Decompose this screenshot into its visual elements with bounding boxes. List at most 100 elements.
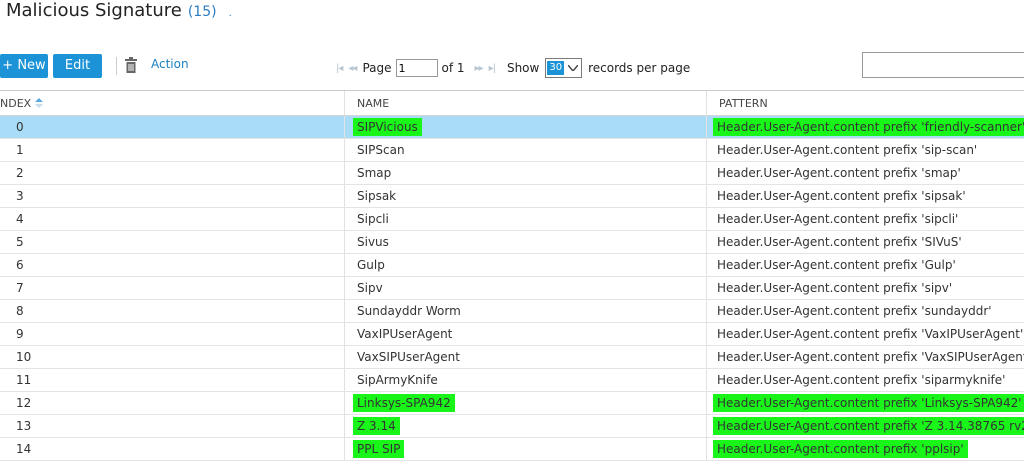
row-index: 2 [16, 166, 24, 180]
row-name: Sipcli [357, 212, 389, 226]
row-pattern-cell: Header.User-Agent.content prefix 'Gulp' [707, 254, 1024, 276]
row-index: 13 [16, 419, 32, 433]
table-row[interactable]: 7 Sipv Header.User-Agent.content prefix 's… [0, 277, 1024, 300]
row-index: 4 [16, 212, 24, 226]
column-header-name[interactable]: NAME [345, 91, 707, 115]
row-name: PPL SIP [353, 440, 405, 458]
header-dot: . [228, 8, 232, 19]
row-name-cell: Sipcli [345, 208, 707, 230]
table-row[interactable]: 2 Smap Header.User-Agent.content prefix 's… [0, 162, 1024, 185]
row-name: Z 3.14 [353, 417, 400, 435]
toolbar: + New Edit Action |◂ ◂◂ Page of 1 ▸▸ ▸| … [0, 52, 1024, 82]
row-index: 1 [16, 143, 24, 157]
page-total: of 1 [441, 61, 465, 75]
row-pattern: Header.User-Agent.content prefix 'sip-sc… [717, 143, 978, 157]
first-page-icon[interactable]: |◂ [336, 63, 343, 74]
table-row[interactable]: 8 Sundayddr Worm Header.User-Agent.content… [0, 300, 1024, 323]
row-pattern-cell: Header.User-Agent.content prefix 'sipcli… [707, 208, 1024, 230]
row-pattern-cell: Header.User-Agent.content prefix 'VaxSIP… [707, 346, 1024, 368]
row-pattern: Header.User-Agent.content prefix 'Linksy… [713, 394, 1024, 412]
row-index: 3 [16, 189, 24, 203]
table-row[interactable]: 1 SIPScan Header.User-Agent.content prefix… [0, 139, 1024, 162]
edit-button[interactable]: Edit [53, 54, 102, 78]
record-count: (15) [187, 4, 217, 20]
trash-icon[interactable] [125, 57, 137, 73]
page-number-input[interactable] [395, 59, 438, 77]
table-row[interactable]: 0 SIPVicious Header.User-Agent.content pre… [0, 116, 1024, 139]
column-header-pattern[interactable]: PATTERN [707, 91, 1024, 115]
row-index-cell: 7 [0, 277, 345, 299]
row-name: Sivus [357, 235, 389, 249]
row-name: SIPScan [357, 143, 405, 157]
row-name-cell: VaxSIPUserAgent [345, 346, 707, 368]
row-pattern: Header.User-Agent.content prefix 'sipv' [717, 281, 953, 295]
column-label: NDEX [0, 96, 32, 110]
column-header-index[interactable]: NDEX [0, 91, 345, 115]
table-body: 0 SIPVicious Header.User-Agent.content pre… [0, 116, 1024, 461]
row-index: 6 [16, 258, 24, 272]
row-name-cell: Gulp [345, 254, 707, 276]
row-index-cell: 5 [0, 231, 345, 253]
pagination: |◂ ◂◂ Page of 1 ▸▸ ▸| Show 30 records pe… [336, 58, 690, 78]
table-row[interactable]: 3 Sipsak Header.User-Agent.content prefix … [0, 185, 1024, 208]
next-page-icon[interactable]: ▸▸ [475, 63, 484, 74]
last-page-icon[interactable]: ▸| [489, 63, 496, 74]
row-name-cell: Sivus [345, 231, 707, 253]
table-row[interactable]: 6 Gulp Header.User-Agent.content prefix 'G… [0, 254, 1024, 277]
row-pattern-cell: Header.User-Agent.content prefix 'friend… [707, 116, 1024, 138]
row-pattern: Header.User-Agent.content prefix 'friend… [713, 118, 1024, 136]
row-name-cell: VaxIPUserAgent [345, 323, 707, 345]
row-index: 7 [16, 281, 24, 295]
search-input[interactable] [862, 52, 1024, 78]
table-row[interactable]: 9 VaxIPUserAgent Header.User-Agent.content… [0, 323, 1024, 346]
row-index-cell: 2 [0, 162, 345, 184]
row-pattern: Header.User-Agent.content prefix 'smap' [717, 166, 961, 180]
records-suffix: records per page [588, 61, 691, 75]
table-row[interactable]: 4 Sipcli Header.User-Agent.content prefix … [0, 208, 1024, 231]
table-row[interactable]: 5 Sivus Header.User-Agent.content prefix '… [0, 231, 1024, 254]
table-row[interactable]: 14 PPL SIP Header.User-Agent.content prefi… [0, 438, 1024, 461]
row-name: Gulp [357, 258, 385, 272]
row-index: 9 [16, 327, 24, 341]
row-name: Linksys-SPA942 [353, 394, 455, 412]
row-index: 5 [16, 235, 24, 249]
row-name: Smap [357, 166, 392, 180]
table-row[interactable]: 11 SipArmyKnife Header.User-Agent.content … [0, 369, 1024, 392]
row-name: Sipv [357, 281, 383, 295]
new-button[interactable]: + New [0, 54, 48, 78]
row-name: Sipsak [357, 189, 397, 203]
row-pattern-cell: Header.User-Agent.content prefix 'sip-sc… [707, 139, 1024, 161]
page-header: Malicious Signature (15) . [6, 0, 232, 28]
prev-page-icon[interactable]: ◂◂ [348, 63, 357, 74]
page-label: Page [362, 61, 392, 75]
row-pattern: Header.User-Agent.content prefix 'VaxIPU… [717, 327, 1024, 341]
row-index: 12 [16, 396, 32, 410]
records-per-page-select[interactable]: 30 [545, 58, 583, 78]
row-name: Sundayddr Worm [357, 304, 461, 318]
signature-table: NDEX NAME PATTERN 0 SIPVicious Header.User… [0, 90, 1024, 461]
table-row[interactable]: 13 Z 3.14 Header.User-Agent.content prefix… [0, 415, 1024, 438]
row-name: SIPVicious [353, 118, 422, 136]
show-label: Show [506, 61, 540, 75]
row-name-cell: Sipv [345, 277, 707, 299]
table-row[interactable]: 12 Linksys-SPA942 Header.User-Agent.conten… [0, 392, 1024, 415]
chevron-down-icon [565, 61, 581, 75]
column-label: PATTERN [719, 96, 768, 110]
row-index-cell: 10 [0, 346, 345, 368]
row-name-cell: SIPScan [345, 139, 707, 161]
row-pattern: Header.User-Agent.content prefix 'sipsak… [717, 189, 966, 203]
row-name: VaxIPUserAgent [357, 327, 453, 341]
row-pattern: Header.User-Agent.content prefix 'sipcli… [717, 212, 959, 226]
row-name-cell: SIPVicious [345, 116, 707, 138]
action-menu[interactable]: Action [151, 57, 189, 71]
row-pattern-cell: Header.User-Agent.content prefix 'smap' [707, 162, 1024, 184]
table-row[interactable]: 10 VaxSIPUserAgent Header.User-Agent.conte… [0, 346, 1024, 369]
row-name-cell: Sundayddr Worm [345, 300, 707, 322]
row-name-cell: Z 3.14 [345, 415, 707, 437]
toolbar-divider [116, 57, 117, 75]
row-name-cell: PPL SIP [345, 438, 707, 460]
row-pattern-cell: Header.User-Agent.content prefix 'Linksy… [707, 392, 1024, 414]
row-name-cell: SipArmyKnife [345, 369, 707, 391]
row-pattern-cell: Header.User-Agent.content prefix 'sunday… [707, 300, 1024, 322]
row-index-cell: 8 [0, 300, 345, 322]
